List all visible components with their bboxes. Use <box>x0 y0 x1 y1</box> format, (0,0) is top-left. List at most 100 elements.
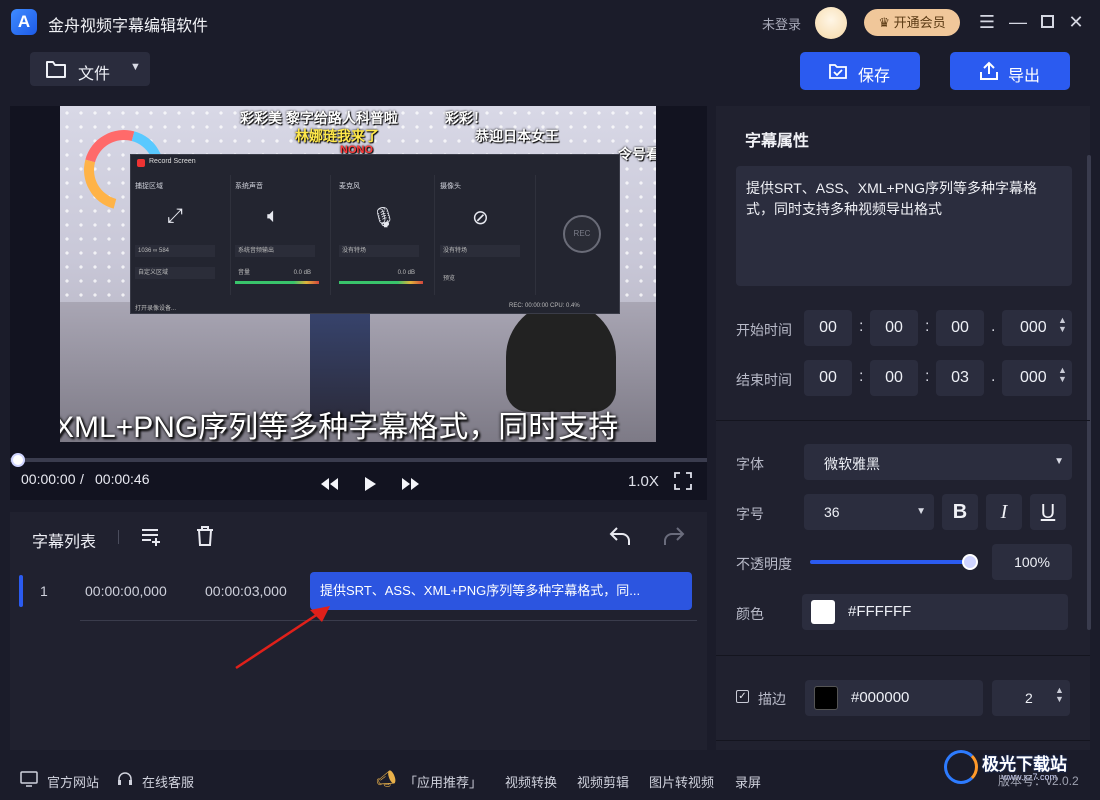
bold-button[interactable]: B <box>942 494 978 530</box>
current-time: 00:00:00 <box>21 471 76 487</box>
end-time-label: 结束时间 <box>736 372 792 388</box>
start-seconds-field[interactable]: 00 <box>936 310 984 346</box>
screen-record-link[interactable]: 录屏 <box>735 772 761 791</box>
progress-bar[interactable] <box>10 458 707 462</box>
size-label: 字号 <box>736 506 764 522</box>
save-icon <box>829 64 847 79</box>
stroke-color-swatch[interactable] <box>814 686 838 710</box>
italic-button[interactable]: I <box>986 494 1022 530</box>
speaker-icon: 🔈︎ <box>267 205 279 227</box>
microphone-label: 麦克风 <box>339 183 360 190</box>
font-select-value: 微软雅黑 <box>824 456 880 472</box>
scrollbar[interactable] <box>1087 155 1091 630</box>
record-screen-title: Record Screen <box>149 158 196 165</box>
close-icon[interactable]: ✕ <box>1063 9 1089 35</box>
color-label: 颜色 <box>736 606 764 622</box>
section-divider <box>716 655 1090 656</box>
danmaku-text: 恭迎日本女王 <box>475 128 559 144</box>
opacity-slider[interactable] <box>810 560 970 564</box>
color-swatch[interactable] <box>811 600 835 624</box>
font-select[interactable]: 微软雅黑 ▼ <box>804 444 1072 480</box>
row-subtitle-text[interactable]: 提供SRT、ASS、XML+PNG序列等多种字幕格式，同... <box>310 572 692 610</box>
file-menu[interactable]: 文件 ▼ <box>30 52 150 86</box>
avatar[interactable] <box>815 7 847 39</box>
progress-handle[interactable] <box>11 453 25 467</box>
export-button[interactable]: 导出 <box>950 52 1070 90</box>
audio-meter <box>339 281 423 284</box>
row-divider <box>80 620 697 621</box>
expand-icon: ⤢ <box>167 205 183 227</box>
rewind-icon[interactable] <box>318 472 342 496</box>
capture-width: 1036 <box>138 248 152 254</box>
crown-icon: ♛ <box>878 15 894 30</box>
video-edit-link[interactable]: 视频剪辑 <box>577 772 629 791</box>
subtitle-list-panel <box>10 512 707 750</box>
row-start-time[interactable]: 00:00:00,000 <box>85 583 167 599</box>
row-end-time[interactable]: 00:00:03,000 <box>205 583 287 599</box>
stroke-label: 描边 <box>758 691 786 707</box>
time-colon: : <box>859 318 864 335</box>
stroke-checkbox[interactable]: ✓ <box>736 690 749 703</box>
system-audio-select: 系统音频输出 <box>235 245 315 257</box>
start-ms-stepper[interactable]: ▲ ▼ <box>1058 316 1067 334</box>
end-minutes-field[interactable]: 00 <box>870 360 918 396</box>
mic-db: 0.0 dB <box>339 267 419 279</box>
db-level: 0.0 dB <box>293 270 311 276</box>
add-row-icon[interactable] <box>139 524 163 548</box>
vip-button[interactable]: ♛ 开通会员 <box>864 9 960 36</box>
forward-icon[interactable] <box>398 472 422 496</box>
fullscreen-icon[interactable] <box>672 470 694 492</box>
video-convert-link[interactable]: 视频转换 <box>505 772 557 791</box>
subtitle-list-title: 字幕列表 <box>32 534 97 551</box>
microphone-column: 麦克风 🎙︎ 没有特场 0.0 dB <box>335 175 435 295</box>
end-ms-stepper[interactable]: ▲ ▼ <box>1058 366 1067 384</box>
underline-button[interactable]: U <box>1030 494 1066 530</box>
opacity-value[interactable]: 100% <box>992 544 1072 580</box>
system-audio-column: 系统声音 🔈︎ 系统音频输出 音量 0.0 dB <box>231 175 331 295</box>
watermark-logo <box>944 750 978 784</box>
play-icon[interactable] <box>358 472 382 496</box>
start-time-label: 开始时间 <box>736 322 792 338</box>
chevron-down-icon: ▼ <box>916 506 926 517</box>
stroke-color-hex: #000000 <box>851 689 910 706</box>
start-minutes-field[interactable]: 00 <box>870 310 918 346</box>
time-dot: . <box>991 318 996 335</box>
redo-icon[interactable] <box>662 524 686 548</box>
menu-icon[interactable]: ☰ <box>974 9 1000 35</box>
image-to-video-link[interactable]: 图片转视频 <box>649 772 714 791</box>
opacity-slider-handle[interactable] <box>962 554 978 570</box>
stroke-width-stepper[interactable]: 2 ▲ ▼ <box>992 680 1070 716</box>
rec-button: REC <box>563 215 601 253</box>
audio-meter <box>235 281 319 284</box>
minimize-icon[interactable]: — <box>1005 9 1031 35</box>
stroke-stepper-arrows[interactable]: ▲ ▼ <box>1055 686 1064 704</box>
save-button[interactable]: 保存 <box>800 52 920 90</box>
start-hours-field[interactable]: 00 <box>804 310 852 346</box>
online-support-link[interactable]: 在线客服 <box>142 772 194 791</box>
subtitle-text-editor[interactable]: 提供SRT、ASS、XML+PNG序列等多种字幕格式，同时支持多种视频导出格式 <box>736 166 1072 286</box>
official-website-link[interactable]: 官方网站 <box>47 772 99 791</box>
size-select[interactable]: 36 ▼ <box>804 494 934 530</box>
end-hours-field[interactable]: 00 <box>804 360 852 396</box>
annotation-arrow <box>235 606 330 670</box>
stroke-width-value: 2 <box>1025 690 1033 706</box>
playback-speed[interactable]: 1.0X <box>628 473 659 490</box>
login-status[interactable]: 未登录 <box>762 14 801 33</box>
megaphone-icon: 📣︎ <box>376 771 397 788</box>
stroke-color-field[interactable]: #000000 <box>805 680 983 716</box>
mic-select: 没有特场 <box>339 245 419 257</box>
version-label: 版本号：v2.0.2 <box>998 774 1079 788</box>
opacity-label: 不透明度 <box>736 556 792 572</box>
danmaku-text: 林娜琏我来了 <box>295 128 379 144</box>
maximize-icon[interactable] <box>1034 9 1060 35</box>
end-seconds-field[interactable]: 03 <box>936 360 984 396</box>
section-divider <box>716 740 1090 741</box>
color-field[interactable]: #FFFFFF <box>802 594 1068 630</box>
monitor-icon <box>20 771 38 787</box>
undo-icon[interactable] <box>608 524 632 548</box>
capture-height: 584 <box>158 248 169 254</box>
video-preview[interactable]: 彩彩美 黎字给路人科普啦 彩彩！ 林娜琏我来了 恭迎日本女王 NONO 令号看 … <box>60 106 656 442</box>
delete-icon[interactable] <box>193 524 217 548</box>
app-recommend-link[interactable]: 「应用推荐」 <box>404 772 482 791</box>
folder-icon <box>46 61 66 78</box>
